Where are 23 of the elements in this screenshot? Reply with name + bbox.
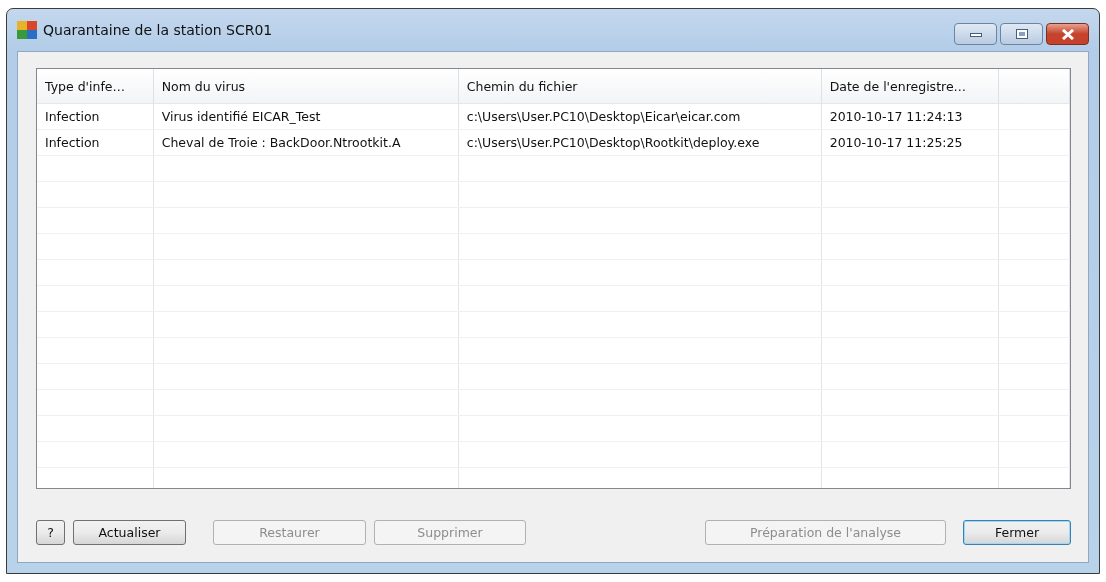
table-cell: Infection [37,104,154,129]
dialog-button[interactable]: Fermer [963,520,1071,545]
column-header[interactable]: Chemin du fichier [458,69,822,103]
app-logo-icon [17,21,37,39]
close-button[interactable] [1046,23,1089,45]
table-cell: c:\Users\User.PC10\Desktop\Rootkit\deploy.exe [458,130,822,155]
table-cell: 2010-10-17 11:24:13 [821,104,1000,129]
minimize-button[interactable] [954,23,997,45]
table-cell: Cheval de Troie : BackDoor.Ntrootkit.A [153,130,459,155]
column-header[interactable]: Nom du virus [153,69,459,103]
dialog-button[interactable]: Actualiser [73,520,186,545]
table-cell: Infection [37,130,154,155]
window-title: Quarantaine de la station SCR01 [43,22,273,38]
table-cell: c:\Users\User.PC10\Desktop\Eicar\eicar.com [458,104,822,129]
close-icon [1060,28,1075,40]
column-header[interactable]: Type d'infe… [37,69,154,103]
table-cell: Virus identifié EICAR_Test [153,104,459,129]
column-header[interactable]: Date de l'enregistre… [821,69,1000,103]
maximize-button[interactable] [1000,23,1043,45]
help-button[interactable]: ? [36,520,65,545]
table-cell: 2010-10-17 11:25:25 [821,130,1000,155]
minimize-icon [969,31,982,37]
maximize-icon [1015,29,1028,39]
